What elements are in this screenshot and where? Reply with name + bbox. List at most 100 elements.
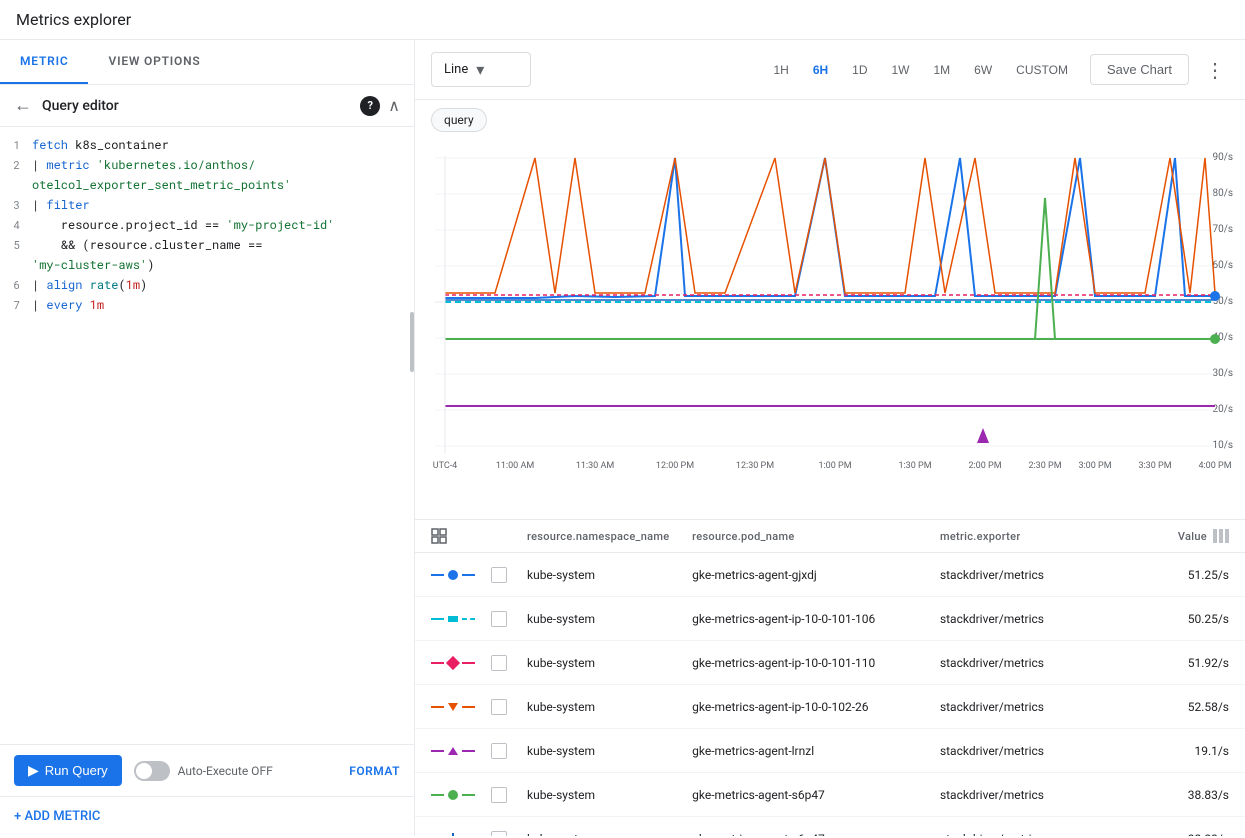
query-editor-title: ← Query editor (14, 95, 119, 116)
format-button[interactable]: FORMAT (349, 764, 400, 778)
dropdown-arrow-icon: ▾ (476, 60, 484, 79)
cell-value-4: 52.58/s (1146, 700, 1229, 714)
help-icon[interactable]: ? (360, 96, 380, 116)
row-checkbox-2[interactable] (491, 611, 507, 627)
grid-icon (431, 528, 447, 544)
time-btn-1m[interactable]: 1M (924, 57, 961, 83)
cell-namespace-5: kube-system (527, 744, 692, 758)
cell-exporter-5: stackdriver/metrics (940, 744, 1146, 758)
row-checkbox-5[interactable] (491, 743, 507, 759)
row-checkbox-6[interactable] (491, 787, 507, 803)
columns-icon[interactable] (1213, 529, 1229, 543)
code-line-7: 7 | every 1m (0, 295, 414, 315)
scrollbar[interactable] (410, 312, 414, 372)
collapse-icon[interactable]: ∧ (388, 96, 400, 115)
time-btn-1d[interactable]: 1D (842, 57, 877, 83)
more-options-icon[interactable]: ⋮ (1201, 54, 1229, 86)
cell-namespace-3: kube-system (527, 656, 692, 670)
cell-pod-4: gke-metrics-agent-ip-10-0-102-26 (692, 700, 940, 714)
chart-toolbar: Line ▾ 1H 6H 1D 1W 1M 6W CUSTOM Save Cha… (415, 40, 1245, 100)
add-metric-bar[interactable]: + ADD METRIC (0, 796, 414, 836)
cell-pod-5: gke-metrics-agent-lrnzl (692, 744, 940, 758)
svg-text:12:00 PM: 12:00 PM (656, 461, 694, 471)
svg-text:10/s: 10/s (1212, 440, 1233, 451)
code-editor[interactable]: 1 fetch k8s_container 2 | metric 'kubern… (0, 127, 414, 744)
svg-text:70/s: 70/s (1212, 224, 1233, 235)
svg-text:1:30 PM: 1:30 PM (898, 461, 931, 471)
col-exporter-header: metric.exporter (940, 530, 1146, 543)
table-row: kube-system gke-metrics-agent-s6p47 stac… (415, 817, 1245, 836)
code-line-5: 5 && (resource.cluster_name == (0, 235, 414, 255)
legend-line-5 (431, 747, 475, 755)
row-checkbox-1[interactable] (491, 567, 507, 583)
row-checkbox-4[interactable] (491, 699, 507, 715)
legend-line-1 (431, 570, 475, 580)
app-title: Metrics explorer (16, 10, 131, 29)
data-table: resource.namespace_name resource.pod_nam… (415, 520, 1245, 836)
row-checkbox-3[interactable] (491, 655, 507, 671)
tab-metric[interactable]: METRIC (0, 40, 88, 84)
time-btn-1h[interactable]: 1H (763, 57, 798, 83)
cell-exporter-2: stackdriver/metrics (940, 612, 1146, 626)
time-btn-6h[interactable]: 6H (803, 57, 838, 83)
chart-type-dropdown[interactable]: Line ▾ (431, 52, 531, 87)
run-query-button[interactable]: ▶ Run Query (14, 755, 122, 786)
col-value-header: Value (1146, 529, 1229, 543)
code-line-2: 2 | metric 'kubernetes.io/anthos/ (0, 155, 414, 175)
cell-namespace-6: kube-system (527, 788, 692, 802)
table-header: resource.namespace_name resource.pod_nam… (415, 520, 1245, 553)
cell-namespace-7: kube-system (527, 832, 692, 837)
cell-pod-7: gke-metrics-agent-s6p47 (692, 832, 940, 837)
auto-execute-label: Auto-Execute OFF (178, 764, 273, 778)
table-row: kube-system gke-metrics-agent-s6p47 stac… (415, 773, 1245, 817)
svg-text:30/s: 30/s (1212, 368, 1233, 379)
cell-pod-2: gke-metrics-agent-ip-10-0-101-106 (692, 612, 940, 626)
svg-text:3:30 PM: 3:30 PM (1138, 461, 1171, 471)
auto-execute-toggle: Auto-Execute OFF (134, 761, 273, 781)
cell-value-3: 51.92/s (1146, 656, 1229, 670)
svg-text:UTC-4: UTC-4 (433, 461, 458, 471)
col-namespace-header: resource.namespace_name (527, 530, 692, 543)
cell-namespace-1: kube-system (527, 568, 692, 582)
cell-exporter-1: stackdriver/metrics (940, 568, 1146, 582)
row-checkbox-7[interactable] (491, 831, 507, 837)
header-right: ? ∧ (360, 96, 400, 116)
cell-value-6: 38.83/s (1146, 788, 1229, 802)
svg-text:3:00 PM: 3:00 PM (1078, 461, 1111, 471)
table-row: kube-system gke-metrics-agent-gjxdj stac… (415, 553, 1245, 597)
svg-text:20/s: 20/s (1212, 404, 1233, 415)
svg-text:60/s: 60/s (1212, 260, 1233, 271)
save-chart-button[interactable]: Save Chart (1090, 54, 1189, 85)
svg-text:80/s: 80/s (1212, 188, 1233, 199)
svg-text:90/s: 90/s (1212, 152, 1233, 163)
cell-value-5: 19.1/s (1146, 744, 1229, 758)
time-btn-6w[interactable]: 6W (964, 57, 1002, 83)
tab-view-options[interactable]: VIEW OPTIONS (88, 40, 220, 84)
col-pod-header: resource.pod_name (692, 530, 940, 543)
chart-area: 90/s 80/s 70/s 60/s 50/s 40/s 30/s 20/s … (415, 140, 1245, 520)
query-editor-header: ← Query editor ? ∧ (0, 85, 414, 127)
cell-value-2: 50.25/s (1146, 612, 1229, 626)
legend-line-3 (431, 658, 475, 668)
table-row: kube-system gke-metrics-agent-ip-10-0-10… (415, 641, 1245, 685)
left-panel: METRIC VIEW OPTIONS ← Query editor ? ∧ 1… (0, 40, 415, 836)
legend-line-2 (431, 616, 475, 622)
time-range-buttons: 1H 6H 1D 1W 1M 6W CUSTOM (763, 57, 1077, 83)
toggle-switch[interactable] (134, 761, 170, 781)
cell-exporter-7: stackdriver/metrics (940, 832, 1146, 837)
back-arrow-icon[interactable]: ← (14, 95, 32, 116)
svg-text:1:00 PM: 1:00 PM (818, 461, 851, 471)
time-btn-custom[interactable]: CUSTOM (1006, 57, 1078, 83)
svg-text:4:00 PM: 4:00 PM (1198, 461, 1231, 471)
legend-line-4 (431, 703, 475, 711)
code-line-3: 3 | filter (0, 195, 414, 215)
chart-type-label: Line (444, 62, 468, 77)
query-editor-label: Query editor (42, 98, 119, 114)
table-row: kube-system gke-metrics-agent-ip-10-0-10… (415, 597, 1245, 641)
time-btn-1w[interactable]: 1W (882, 57, 920, 83)
add-metric-label: + ADD METRIC (14, 809, 100, 824)
table-row: kube-system gke-metrics-agent-ip-10-0-10… (415, 685, 1245, 729)
cell-pod-1: gke-metrics-agent-gjxdj (692, 568, 940, 582)
svg-text:11:00 AM: 11:00 AM (496, 461, 535, 471)
query-chip[interactable]: query (431, 108, 487, 132)
